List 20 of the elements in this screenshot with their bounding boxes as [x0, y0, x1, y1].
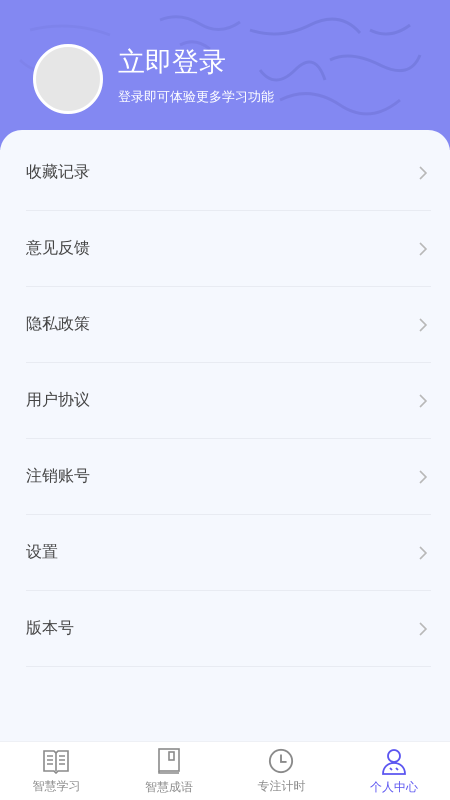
login-subtitle: 登录即可体验更多学习功能 — [118, 89, 274, 106]
menu-item[interactable]: 收藏记录 — [26, 135, 431, 211]
menu-item[interactable]: 用户协议 — [26, 363, 431, 439]
person-icon — [380, 746, 408, 774]
chevron-right-icon — [419, 470, 427, 484]
menu-item[interactable]: 注销账号 — [26, 439, 431, 515]
chevron-right-icon — [419, 242, 427, 256]
chevron-right-icon — [419, 394, 427, 408]
clock-icon — [268, 748, 294, 774]
chevron-right-icon — [419, 622, 427, 636]
chevron-right-icon — [419, 546, 427, 560]
menu-item[interactable]: 隐私政策 — [26, 287, 431, 363]
menu-item[interactable]: 版本号 — [26, 591, 431, 667]
notebook-icon — [156, 746, 181, 774]
tab[interactable]: 个人中心 — [338, 742, 450, 800]
chevron-right-icon — [419, 166, 427, 180]
chevron-right-icon — [419, 318, 427, 332]
book-icon — [42, 748, 70, 774]
menu-item[interactable]: 意见反馈 — [26, 211, 431, 287]
menu-item[interactable]: 设置 — [26, 515, 431, 591]
